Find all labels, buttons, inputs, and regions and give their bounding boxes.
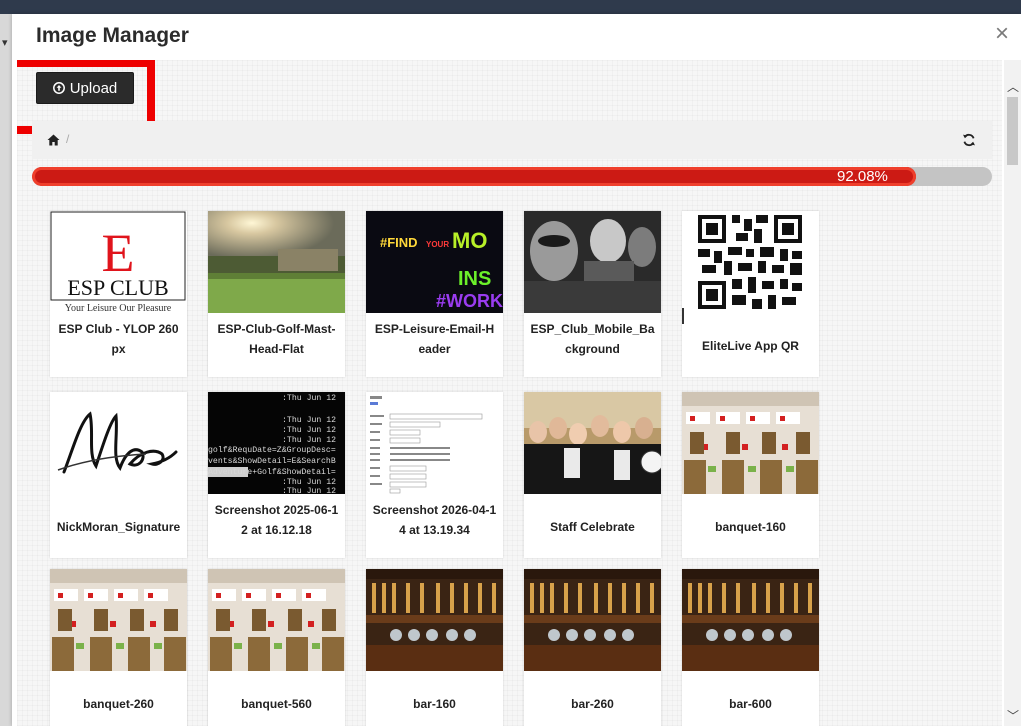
thumbnail-banquet-560	[208, 569, 345, 671]
svg-text:vents&ShowDetail=E&SearchB: vents&ShowDetail=E&SearchB	[208, 456, 336, 466]
thumbnail-bar-600	[682, 569, 819, 671]
image-tile-signature[interactable]: NickMoran_Signature	[50, 392, 187, 558]
text-cursor-icon	[682, 308, 684, 324]
image-label: Screenshot 2025-06-12 at 16.12.18	[214, 503, 339, 537]
svg-text::Thu Jun 12: :Thu Jun 12	[282, 393, 336, 403]
image-tile-staff-celebrate[interactable]: Staff Celebrate	[524, 392, 661, 558]
scroll-up-icon[interactable]: ︿	[1007, 78, 1019, 95]
breadcrumb-separator: /	[66, 132, 70, 146]
logo-name: ESP CLUB	[67, 275, 168, 300]
image-tile-screenshot-2025[interactable]: :Thu Jun 12 :Thu Jun 12 :Thu Jun 12 :Thu…	[208, 392, 345, 558]
svg-text::Thu Jun 12: :Thu Jun 12	[282, 435, 336, 445]
svg-text::Thu Jun 12: :Thu Jun 12	[282, 477, 336, 487]
svg-text:Adventure+Golf&ShowDetail=: Adventure+Golf&ShowDetail=	[208, 467, 336, 477]
image-tile-banquet-160[interactable]: banquet-160	[682, 392, 819, 558]
thumbnail-bar-160	[366, 569, 503, 671]
close-icon[interactable]: ×	[995, 22, 1009, 46]
thumbnail-bar-260	[524, 569, 661, 671]
image-label: banquet-160	[715, 520, 786, 534]
image-label: banquet-560	[241, 697, 312, 711]
image-tile-golf-mast-head[interactable]: ESP-Club-Golf-Mast-Head-Flat	[208, 211, 345, 377]
breadcrumb: /	[32, 121, 992, 159]
image-label: bar-160	[413, 697, 456, 711]
image-label: Screenshot 2026-04-14 at 13.19.34	[372, 503, 497, 537]
upload-progress-bar: 92.08%	[32, 167, 992, 186]
refresh-icon[interactable]	[962, 133, 976, 147]
thumbnail-email-header: #FIND YOUR MO INS #WORK	[366, 211, 503, 313]
image-label: bar-260	[571, 697, 614, 711]
image-tile-screenshot-2026[interactable]: Screenshot 2026-04-14 at 13.19.34	[366, 392, 503, 558]
image-label: ESP-Club-Golf-Mast-Head-Flat	[217, 322, 336, 356]
thumbnail-mobile-background	[524, 211, 661, 313]
thumbnail-screenshot-2026	[366, 392, 503, 494]
image-tile-elitelive-qr[interactable]: EliteLive App QR	[682, 211, 819, 377]
upload-progress-text: 92.08%	[837, 168, 888, 185]
image-label: bar-600	[729, 697, 772, 711]
image-label: banquet-260	[83, 697, 154, 711]
image-label: NickMoran_Signature	[56, 520, 181, 534]
image-label: Staff Celebrate	[550, 520, 635, 534]
svg-text:MO: MO	[452, 228, 487, 253]
image-tile-mobile-background[interactable]: ESP_Club_Mobile_Background	[524, 211, 661, 377]
scrollbar-thumb[interactable]	[1007, 97, 1018, 165]
caret-icon: ▾	[2, 37, 8, 49]
thumbnail-esp-club-logo: E ESP CLUB Your Leisure Our Pleasure	[50, 211, 187, 313]
background-page-edge: ▾	[0, 14, 12, 726]
svg-text:#WORK: #WORK	[436, 291, 503, 311]
svg-text:INS: INS	[458, 268, 491, 290]
image-tile-email-header[interactable]: #FIND YOUR MO INS #WORK ESP-Leisure-Emai…	[366, 211, 503, 377]
thumbnail-staff-celebrate	[524, 392, 661, 494]
scroll-down-icon[interactable]: ﹀	[1007, 707, 1019, 724]
logo-letter: E	[102, 223, 135, 283]
thumbnail-screenshot-2025: :Thu Jun 12 :Thu Jun 12 :Thu Jun 12 :Thu…	[208, 392, 345, 494]
svg-text::Thu Jun 12: :Thu Jun 12	[282, 486, 336, 494]
modal-body: Upload / 92.08% E ESP CLUB Your Leisure …	[17, 60, 1002, 726]
thumbnail-elitelive-qr	[682, 211, 819, 313]
image-tile-bar-160[interactable]: bar-160	[366, 569, 503, 726]
page-top-bar	[0, 0, 1021, 14]
thumbnail-banquet-160	[682, 392, 819, 494]
svg-text:YOUR: YOUR	[426, 240, 449, 249]
svg-text:#FIND: #FIND	[380, 235, 418, 250]
image-label: ESP-Leisure-Email-Header	[374, 322, 495, 356]
modal-title: Image Manager	[36, 24, 189, 47]
image-tile-banquet-260[interactable]: banquet-260	[50, 569, 187, 726]
svg-text::Thu Jun 12: :Thu Jun 12	[282, 425, 336, 435]
image-label: ESP Club - YLOP 260px	[58, 322, 179, 356]
image-tile-banquet-560[interactable]: banquet-560	[208, 569, 345, 726]
image-manager-modal: Image Manager × Upload / 92.08% E ESP CL…	[12, 14, 1021, 726]
image-tile-esp-club-logo[interactable]: E ESP CLUB Your Leisure Our Pleasure ESP…	[50, 211, 187, 377]
thumbnail-golf-mast-head	[208, 211, 345, 313]
thumbnail-banquet-260	[50, 569, 187, 671]
image-tile-bar-600[interactable]: bar-600	[682, 569, 819, 726]
logo-tagline: Your Leisure Our Pleasure	[65, 303, 172, 313]
scrollbar[interactable]: ︿ ﹀	[1004, 60, 1021, 726]
image-label: ESP_Club_Mobile_Background	[530, 322, 655, 356]
svg-text::Thu Jun 12: :Thu Jun 12	[282, 415, 336, 425]
svg-text:golf&RequDate=Z&GroupDesc=: golf&RequDate=Z&GroupDesc=	[208, 445, 336, 455]
upload-progress-fill	[32, 167, 916, 186]
thumbnail-signature	[50, 392, 187, 494]
image-label: EliteLive App QR	[702, 339, 799, 353]
image-tile-bar-260[interactable]: bar-260	[524, 569, 661, 726]
home-icon[interactable]	[47, 134, 60, 146]
